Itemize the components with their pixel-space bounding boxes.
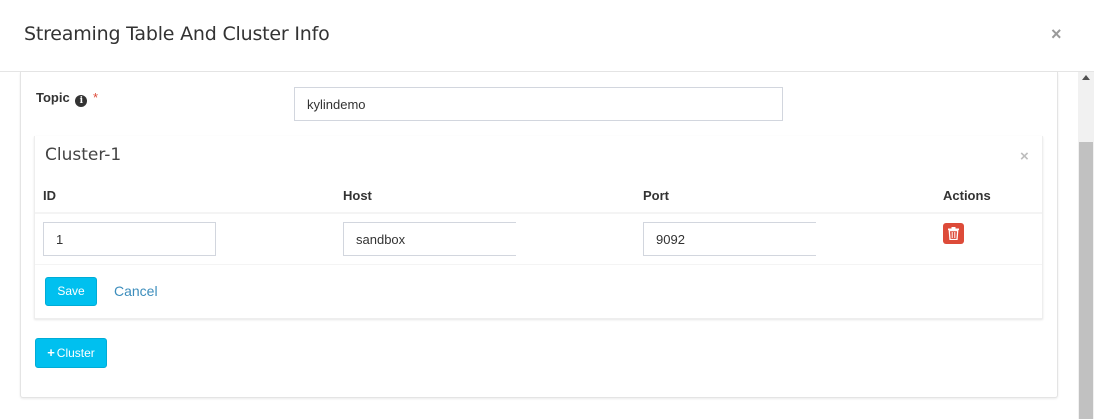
topic-label-text: Topic (36, 90, 70, 105)
add-cluster-label: Cluster (56, 346, 95, 360)
cluster-title: Cluster-1 (45, 145, 122, 165)
save-button[interactable]: Save (45, 277, 97, 306)
cluster-close-icon[interactable]: × (1020, 148, 1029, 165)
scrollbar-thumb[interactable] (1079, 142, 1093, 419)
required-indicator: * (92, 90, 99, 105)
cancel-link[interactable]: Cancel (114, 283, 158, 299)
add-cluster-button[interactable]: + Cluster (35, 338, 107, 368)
modal-title: Streaming Table And Cluster Info (24, 23, 330, 45)
cluster-host-input[interactable] (343, 222, 516, 256)
topic-label: Topic i * (36, 90, 98, 107)
vertical-scrollbar[interactable] (1078, 72, 1094, 419)
info-circle-icon[interactable]: i (75, 95, 88, 107)
plus-icon: + (47, 345, 55, 360)
column-header-id: ID (43, 188, 56, 203)
cluster-port-input[interactable] (643, 222, 816, 256)
table-row-divider (35, 264, 1042, 265)
delete-row-button[interactable] (943, 223, 964, 244)
table-header-divider (35, 212, 1042, 214)
scroll-up-arrow-icon[interactable] (1078, 72, 1094, 84)
column-header-actions: Actions (943, 188, 991, 203)
modal-close-icon[interactable]: × (1051, 25, 1062, 43)
column-header-port: Port (643, 188, 669, 203)
topic-input[interactable] (294, 87, 783, 121)
trash-icon (948, 227, 959, 240)
cluster-id-input[interactable] (43, 222, 216, 256)
column-header-host: Host (343, 188, 372, 203)
modal-header: Streaming Table And Cluster Info × (0, 0, 1094, 72)
